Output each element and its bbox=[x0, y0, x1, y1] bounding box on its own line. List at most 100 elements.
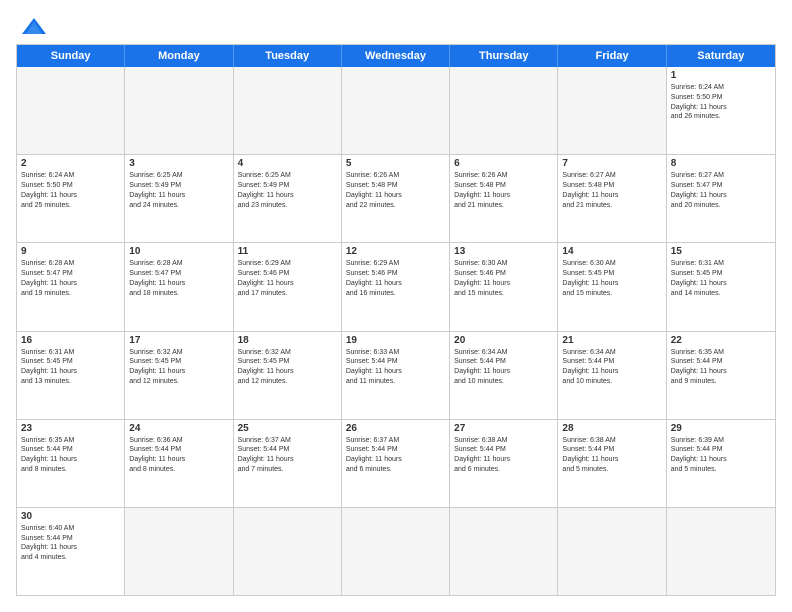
calendar-header: SundayMondayTuesdayWednesdayThursdayFrid… bbox=[17, 45, 775, 67]
day-of-week-monday: Monday bbox=[125, 45, 233, 67]
day-details: Sunrise: 6:25 AMSunset: 5:49 PMDaylight:… bbox=[238, 171, 337, 210]
day-details: Sunrise: 6:35 AMSunset: 5:44 PMDaylight:… bbox=[671, 348, 771, 387]
day-of-week-tuesday: Tuesday bbox=[234, 45, 342, 67]
day-number: 8 bbox=[671, 158, 771, 169]
day-number: 22 bbox=[671, 335, 771, 346]
day-details: Sunrise: 6:32 AMSunset: 5:45 PMDaylight:… bbox=[238, 348, 337, 387]
day-details: Sunrise: 6:25 AMSunset: 5:49 PMDaylight:… bbox=[129, 171, 228, 210]
day-cell-23: 23Sunrise: 6:35 AMSunset: 5:44 PMDayligh… bbox=[17, 420, 125, 507]
day-number: 28 bbox=[562, 423, 661, 434]
day-cell-2: 2Sunrise: 6:24 AMSunset: 5:50 PMDaylight… bbox=[17, 155, 125, 242]
day-cell-15: 15 Sunrise: 6:31 AMSunset: 5:45 PMDayligh… bbox=[667, 243, 775, 330]
calendar: SundayMondayTuesdayWednesdayThursdayFrid… bbox=[16, 44, 776, 596]
day-of-week-thursday: Thursday bbox=[450, 45, 558, 67]
day-number: 17 bbox=[129, 335, 228, 346]
day-details: Sunrise: 6:28 AMSunset: 5:47 PMDaylight:… bbox=[129, 259, 228, 298]
day-number: 19 bbox=[346, 335, 445, 346]
empty-cell bbox=[667, 508, 775, 595]
empty-cell bbox=[558, 67, 666, 154]
day-cell-9: 9Sunrise: 6:28 AMSunset: 5:47 PMDaylight… bbox=[17, 243, 125, 330]
day-cell-14: 14 Sunrise: 6:30 AMSunset: 5:45 PMDayligh… bbox=[558, 243, 666, 330]
day-details: Sunrise: 6:26 AMSunset: 5:48 PMDaylight:… bbox=[454, 171, 553, 210]
empty-cell bbox=[234, 67, 342, 154]
day-details: Sunrise: 6:26 AMSunset: 5:48 PMDaylight:… bbox=[346, 171, 445, 210]
day-cell-25: 25 Sunrise: 6:37 AMSunset: 5:44 PMDayligh… bbox=[234, 420, 342, 507]
day-details: Sunrise: 6:30 AMSunset: 5:46 PMDaylight:… bbox=[454, 259, 553, 298]
day-cell-10: 10Sunrise: 6:28 AMSunset: 5:47 PMDayligh… bbox=[125, 243, 233, 330]
empty-cell bbox=[450, 67, 558, 154]
day-cell-18: 18 Sunrise: 6:32 AMSunset: 5:45 PMDayligh… bbox=[234, 332, 342, 419]
day-cell-24: 24 Sunrise: 6:36 AMSunset: 5:44 PMDayligh… bbox=[125, 420, 233, 507]
day-details: Sunrise: 6:29 AMSunset: 5:46 PMDaylight:… bbox=[346, 259, 445, 298]
day-number: 1 bbox=[671, 70, 771, 81]
page: SundayMondayTuesdayWednesdayThursdayFrid… bbox=[0, 0, 792, 612]
day-details: Sunrise: 6:39 AMSunset: 5:44 PMDaylight:… bbox=[671, 436, 771, 475]
calendar-row-5: 23Sunrise: 6:35 AMSunset: 5:44 PMDayligh… bbox=[17, 419, 775, 507]
day-number: 15 bbox=[671, 246, 771, 257]
day-details: Sunrise: 6:37 AMSunset: 5:44 PMDaylight:… bbox=[238, 436, 337, 475]
day-details: Sunrise: 6:30 AMSunset: 5:45 PMDaylight:… bbox=[562, 259, 661, 298]
day-details: Sunrise: 6:33 AMSunset: 5:44 PMDaylight:… bbox=[346, 348, 445, 387]
day-number: 30 bbox=[21, 511, 120, 522]
day-cell-1: 1Sunrise: 6:24 AMSunset: 5:50 PMDaylight… bbox=[667, 67, 775, 154]
day-details: Sunrise: 6:36 AMSunset: 5:44 PMDaylight:… bbox=[129, 436, 228, 475]
day-number: 14 bbox=[562, 246, 661, 257]
logo-icon bbox=[20, 16, 48, 36]
header bbox=[16, 16, 776, 36]
day-details: Sunrise: 6:34 AMSunset: 5:44 PMDaylight:… bbox=[562, 348, 661, 387]
empty-cell bbox=[125, 508, 233, 595]
day-number: 7 bbox=[562, 158, 661, 169]
day-number: 18 bbox=[238, 335, 337, 346]
day-number: 4 bbox=[238, 158, 337, 169]
day-cell-4: 4 Sunrise: 6:25 AMSunset: 5:49 PMDaylight… bbox=[234, 155, 342, 242]
day-cell-21: 21 Sunrise: 6:34 AMSunset: 5:44 PMDayligh… bbox=[558, 332, 666, 419]
day-number: 26 bbox=[346, 423, 445, 434]
empty-cell bbox=[234, 508, 342, 595]
calendar-row-3: 9 Sunrise: 6:28 AMSunset: 5:47 PMDaylight… bbox=[17, 242, 775, 330]
day-details: Sunrise: 6:27 AMSunset: 5:48 PMDaylight:… bbox=[562, 171, 661, 210]
day-details: Sunrise: 6:40 AMSunset: 5:44 PMDaylight:… bbox=[21, 524, 120, 563]
calendar-row-2: 2Sunrise: 6:24 AMSunset: 5:50 PMDaylight… bbox=[17, 154, 775, 242]
day-cell-22: 22 Sunrise: 6:35 AMSunset: 5:44 PMDayligh… bbox=[667, 332, 775, 419]
empty-cell bbox=[342, 67, 450, 154]
calendar-row-4: 16 Sunrise: 6:31 AMSunset: 5:45 PMDayligh… bbox=[17, 331, 775, 419]
day-of-week-saturday: Saturday bbox=[667, 45, 775, 67]
day-number: 3 bbox=[129, 158, 228, 169]
day-cell-5: 5Sunrise: 6:26 AMSunset: 5:48 PMDaylight… bbox=[342, 155, 450, 242]
day-cell-11: 11 Sunrise: 6:29 AMSunset: 5:46 PMDayligh… bbox=[234, 243, 342, 330]
day-details: Sunrise: 6:37 AMSunset: 5:44 PMDaylight:… bbox=[346, 436, 445, 475]
empty-cell bbox=[125, 67, 233, 154]
day-number: 29 bbox=[671, 423, 771, 434]
day-details: Sunrise: 6:29 AMSunset: 5:46 PMDaylight:… bbox=[238, 259, 337, 298]
day-number: 24 bbox=[129, 423, 228, 434]
day-of-week-friday: Friday bbox=[558, 45, 666, 67]
day-details: Sunrise: 6:35 AMSunset: 5:44 PMDaylight:… bbox=[21, 436, 120, 475]
day-cell-16: 16 Sunrise: 6:31 AMSunset: 5:45 PMDayligh… bbox=[17, 332, 125, 419]
day-details: Sunrise: 6:38 AMSunset: 5:44 PMDaylight:… bbox=[454, 436, 553, 475]
day-cell-13: 13Sunrise: 6:30 AMSunset: 5:46 PMDayligh… bbox=[450, 243, 558, 330]
day-cell-30: 30 Sunrise: 6:40 AMSunset: 5:44 PMDayligh… bbox=[17, 508, 125, 595]
empty-cell bbox=[342, 508, 450, 595]
day-details: Sunrise: 6:27 AMSunset: 5:47 PMDaylight:… bbox=[671, 171, 771, 210]
day-details: Sunrise: 6:31 AMSunset: 5:45 PMDaylight:… bbox=[671, 259, 771, 298]
logo bbox=[16, 16, 50, 36]
day-number: 25 bbox=[238, 423, 337, 434]
day-details: Sunrise: 6:24 AMSunset: 5:50 PMDaylight:… bbox=[21, 171, 120, 210]
day-number: 6 bbox=[454, 158, 553, 169]
day-cell-27: 27Sunrise: 6:38 AMSunset: 5:44 PMDayligh… bbox=[450, 420, 558, 507]
day-details: Sunrise: 6:32 AMSunset: 5:45 PMDaylight:… bbox=[129, 348, 228, 387]
day-number: 21 bbox=[562, 335, 661, 346]
day-number: 9 bbox=[21, 246, 120, 257]
day-of-week-wednesday: Wednesday bbox=[342, 45, 450, 67]
day-number: 20 bbox=[454, 335, 553, 346]
day-details: Sunrise: 6:31 AMSunset: 5:45 PMDaylight:… bbox=[21, 348, 120, 387]
day-number: 16 bbox=[21, 335, 120, 346]
calendar-body: 1 Sunrise: 6:24 AMSunset: 5:50 PMDaylight… bbox=[17, 67, 775, 595]
day-cell-19: 19 Sunrise: 6:33 AMSunset: 5:44 PMDayligh… bbox=[342, 332, 450, 419]
day-cell-28: 28 Sunrise: 6:38 AMSunset: 5:44 PMDayligh… bbox=[558, 420, 666, 507]
day-number: 11 bbox=[238, 246, 337, 257]
empty-cell bbox=[558, 508, 666, 595]
calendar-row-6: 30 Sunrise: 6:40 AMSunset: 5:44 PMDayligh… bbox=[17, 507, 775, 595]
day-number: 12 bbox=[346, 246, 445, 257]
day-details: Sunrise: 6:38 AMSunset: 5:44 PMDaylight:… bbox=[562, 436, 661, 475]
